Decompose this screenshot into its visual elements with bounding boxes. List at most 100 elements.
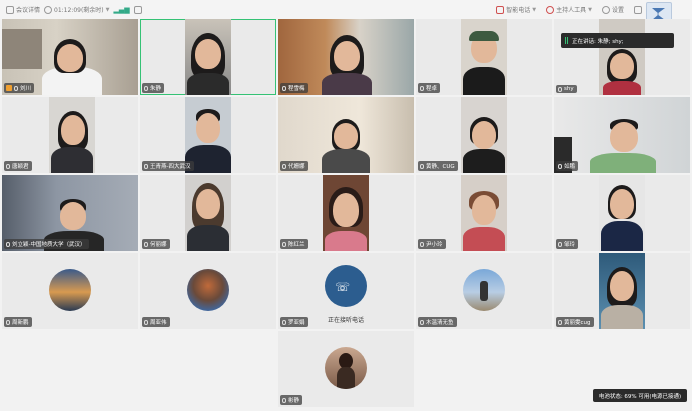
mic-icon <box>282 319 286 325</box>
video-feed <box>185 175 231 251</box>
signal-indicator[interactable]: ▂▄▆ <box>114 6 130 14</box>
participant-name: 如鹏 <box>556 161 579 171</box>
participant-tile[interactable]: 何丽娜 <box>140 175 276 251</box>
share-link-button[interactable] <box>133 5 142 14</box>
participant-tile[interactable]: 刘立颖-中国地质大学（武汉） <box>2 175 138 251</box>
participant-tile[interactable]: ☏ 正在接听电话 罗亚娟 <box>278 253 414 329</box>
avatar <box>325 347 367 389</box>
smart-phone-label: 智能电话 <box>506 7 531 14</box>
svg-text:☏: ☏ <box>335 280 350 294</box>
smart-phone-button[interactable]: 智能电话 ▼ <box>496 5 536 14</box>
clock-icon <box>44 5 53 14</box>
participant-tile[interactable]: 彬静 <box>278 331 414 407</box>
mic-icon <box>6 163 10 169</box>
participant-tile[interactable]: shy <box>554 19 690 95</box>
top-toolbar: 会议详情 01:12:09(剩余时) ▼ ▂▄▆ 智能电话 ▼ 主持人工具 ▼ … <box>0 0 692 26</box>
gear-icon <box>601 5 610 14</box>
mic-icon <box>420 319 424 325</box>
chevron-down-icon: ▼ <box>532 6 537 13</box>
participant-tile[interactable]: 唐颖君 <box>2 97 138 173</box>
participant-name: 何丽娜 <box>142 239 170 249</box>
participant-tile[interactable]: 邹玲 <box>554 175 690 251</box>
participant-tile[interactable]: 程雪梅 <box>278 19 414 95</box>
video-feed <box>323 175 369 251</box>
mic-icon <box>282 241 286 247</box>
participant-name: 代姗娜 <box>280 161 308 171</box>
participant-tile[interactable]: 黄静、CUG <box>416 97 552 173</box>
participant-tile[interactable]: 如鹏 <box>554 97 690 173</box>
video-feed <box>599 19 645 95</box>
chevron-down-icon: ▼ <box>588 6 592 13</box>
mic-icon <box>420 85 424 91</box>
video-feed <box>599 175 645 251</box>
avatar <box>463 269 505 311</box>
fullscreen-icon <box>634 5 642 14</box>
participant-name: shy <box>556 85 577 93</box>
mic-icon <box>6 319 10 325</box>
duration-label: 01:12:09(剩余时) <box>54 7 104 14</box>
participant-name: 罗亚娟 <box>280 317 308 327</box>
duration-display[interactable]: 01:12:09(剩余时) ▼ <box>44 5 110 14</box>
mic-icon <box>282 163 286 169</box>
video-feed <box>461 97 507 173</box>
mic-icon <box>144 85 148 91</box>
avatar: ☏ <box>325 265 367 307</box>
participant-name: 尹小玲 <box>418 239 446 249</box>
participant-tile[interactable]: 王青燕-四大武汉 <box>140 97 276 173</box>
mic-icon <box>6 241 10 247</box>
mic-icon <box>558 319 562 325</box>
mic-icon <box>420 163 424 169</box>
participant-tile[interactable]: 朱静 <box>140 19 276 95</box>
host-icon <box>546 5 555 14</box>
participant-tile[interactable]: 代姗娜 <box>278 97 414 173</box>
meeting-info-label: 会议详情 <box>16 7 41 14</box>
participant-name: 唐颖君 <box>4 161 32 171</box>
video-feed <box>461 175 507 251</box>
mic-icon <box>558 163 562 169</box>
participant-name: 彬静 <box>280 395 303 405</box>
settings-button[interactable]: 设置 <box>601 5 624 14</box>
mic-icon <box>14 85 18 91</box>
chevron-down-icon: ▼ <box>105 6 110 13</box>
fullscreen-button[interactable] <box>634 5 642 14</box>
speaking-icon <box>565 37 568 44</box>
host-badge-icon <box>6 85 12 91</box>
participant-tile[interactable]: 程卓 <box>416 19 552 95</box>
mic-icon <box>558 86 562 92</box>
settings-label: 设置 <box>611 7 624 14</box>
participant-name: 程卓 <box>418 83 441 93</box>
host-tools-label: 主持人工具 <box>556 7 587 14</box>
mic-icon <box>420 241 424 247</box>
participant-tile[interactable]: 刘川 <box>2 19 138 95</box>
participant-tile[interactable]: 木温清无鱼 <box>416 253 552 329</box>
mic-icon <box>144 241 148 247</box>
speaking-notice: 正在讲话: 朱静; shy; <box>561 33 674 48</box>
participant-tile[interactable]: 陈红兰 <box>278 175 414 251</box>
info-icon <box>6 5 14 14</box>
video-feed <box>461 19 507 95</box>
battery-status: 电池状态: 69% 可用(电源已接通) <box>593 389 687 402</box>
participant-name: 刘立颖-中国地质大学（武汉） <box>4 239 89 249</box>
meeting-info-button[interactable]: 会议详情 <box>6 5 40 14</box>
participant-name: 周亚伟 <box>142 317 170 327</box>
participant-name: 黄丽雯cug <box>556 317 594 327</box>
participant-name: 刘川 <box>4 83 35 93</box>
participant-name: 程雪梅 <box>280 83 308 93</box>
avatar <box>187 269 229 311</box>
mic-icon <box>282 397 286 403</box>
battery-status-text: 电池状态: 69% 可用(电源已接通) <box>598 393 682 400</box>
video-feed <box>185 19 231 95</box>
participant-tile[interactable]: 周新鹏 <box>2 253 138 329</box>
host-tools-button[interactable]: 主持人工具 ▼ <box>546 5 592 14</box>
participant-tile[interactable]: 尹小玲 <box>416 175 552 251</box>
participant-tile[interactable]: 黄丽雯cug <box>554 253 690 329</box>
participant-name: 陈红兰 <box>280 239 308 249</box>
mic-icon <box>144 319 148 325</box>
video-feed <box>599 253 645 329</box>
mic-icon <box>558 241 562 247</box>
mic-icon <box>144 163 148 169</box>
participant-tile[interactable]: 周亚伟 <box>140 253 276 329</box>
speaking-text: 正在讲话: 朱静; shy; <box>572 38 624 45</box>
signal-icon: ▂▄▆ <box>113 5 130 14</box>
mic-icon <box>282 85 286 91</box>
